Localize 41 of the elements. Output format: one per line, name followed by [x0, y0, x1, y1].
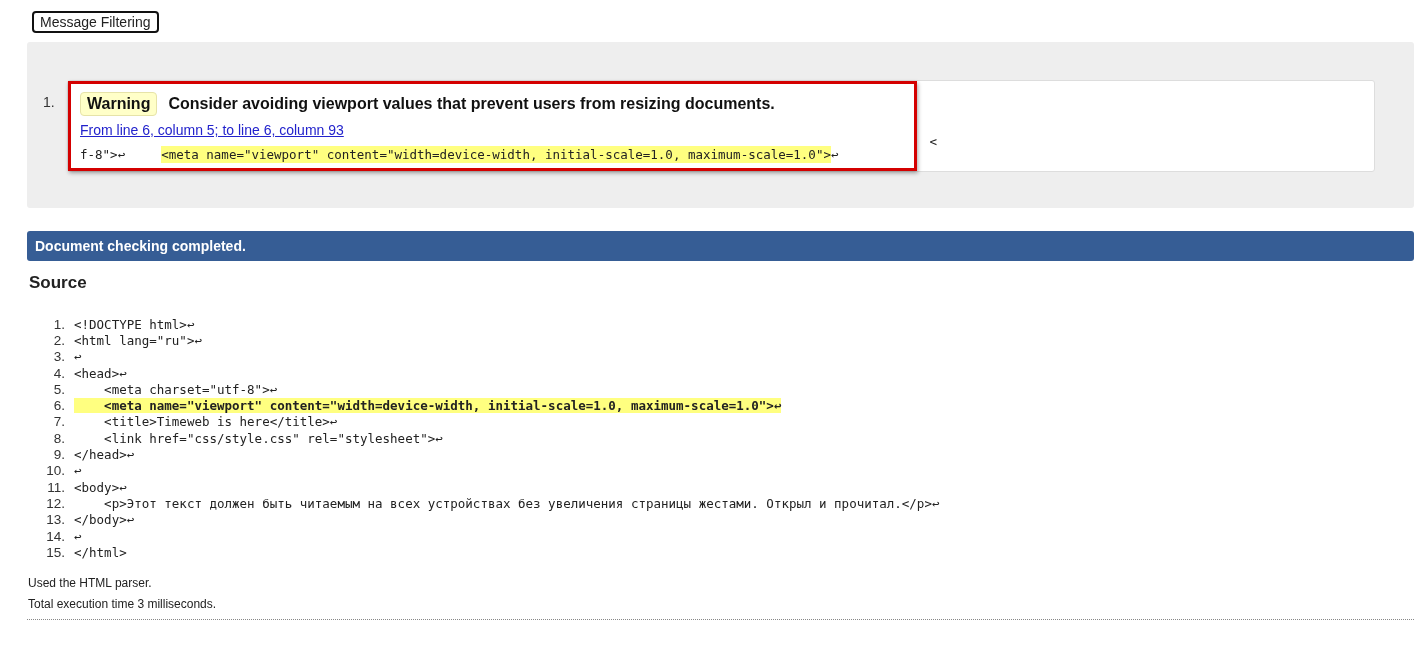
source-line: <body>↩ — [74, 479, 127, 495]
message-number: 1. — [43, 93, 56, 110]
message-text: Consider avoiding viewport values that prevent users from resizing documents. — [168, 95, 775, 113]
line-number: 8. — [52, 430, 65, 446]
source-heading: Source — [29, 273, 88, 293]
line-number: 12. — [45, 495, 65, 511]
source-line: </body>↩ — [74, 512, 135, 528]
line-number: 2. — [52, 332, 65, 348]
line-number: 7. — [52, 414, 65, 430]
source-line: ↩ — [74, 463, 82, 479]
code-extract: f-8">↩ — [80, 146, 126, 163]
source-line: ↩ — [74, 528, 82, 544]
source-line: <title>Timeweb is here</title>↩ — [103, 414, 338, 430]
line-number: 3. — [52, 349, 65, 365]
source-line: <p>Этот текст должен быть читаемым на всех устройствах без увеличения страницы жестами. Открыл и прочитал.</p>↩ — [103, 495, 940, 511]
message-filtering-button[interactable]: Message Filtering — [32, 11, 159, 33]
line-number: 9. — [52, 447, 65, 462]
line-number: 11. — [46, 479, 65, 495]
footer-text: Total execution time 3 milliseconds. — [28, 597, 218, 612]
source-line: ↩ — [74, 349, 82, 365]
source-line: <head>↩ — [74, 365, 127, 381]
line-number: 13. — [45, 512, 65, 528]
source-line: <link href="css/style.css" rel="stylesheet">↩ — [103, 430, 443, 446]
location-link[interactable]: From line 6, column 5; to line 6, column 93 — [80, 122, 344, 138]
source-line: <!DOCTYPE html>↩ — [74, 316, 195, 332]
source-line: <meta charset="utf-8">↩ — [103, 381, 278, 397]
line-number: 6. — [52, 398, 65, 414]
highlighted-code: <meta name="viewport" content="width=device-width, initial-scale=1.0, maximum-scale=1.0"> — [161, 146, 831, 163]
line-number: 4. — [52, 365, 65, 381]
line-number: 5. — [52, 381, 65, 397]
status-bar: Document checking completed. — [27, 231, 1414, 261]
source-line: </head>↩ — [74, 447, 135, 462]
footer-text: Used the HTML parser. — [28, 576, 153, 591]
line-number: 15. — [45, 544, 65, 560]
warning-tag: Warning — [80, 92, 158, 116]
code-extract: < — [928, 133, 937, 151]
line-number: 1. — [52, 316, 65, 332]
source-line: <html lang="ru">↩ — [74, 332, 202, 348]
line-number: 14. — [45, 528, 65, 544]
source-line: </html> — [74, 544, 127, 560]
line-number: 10. — [45, 463, 65, 479]
